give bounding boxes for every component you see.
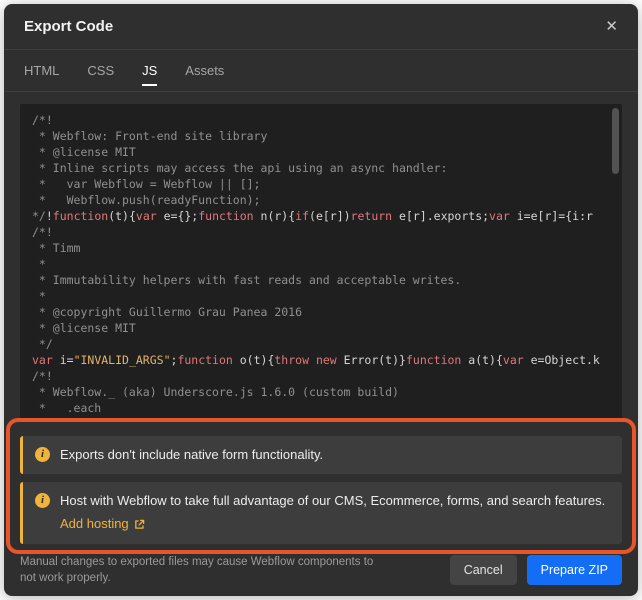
- notice-list: i Exports don't include native form funct…: [20, 436, 622, 544]
- notice-1: i Exports don't include native form funct…: [20, 436, 622, 475]
- code-line: */!function(t){var e={};function n(r){if…: [32, 209, 593, 223]
- scrollbar-thumb[interactable]: [612, 108, 619, 174]
- code-editor[interactable]: /*! * Webflow: Front-end site library * …: [20, 104, 622, 422]
- tab-bar: HTML CSS JS Assets: [4, 50, 638, 92]
- code-line: *: [32, 257, 46, 271]
- close-icon[interactable]: ✕: [605, 19, 618, 34]
- code-line: * var Webflow = Webflow || [];: [32, 177, 261, 191]
- info-icon: i: [35, 493, 50, 509]
- notice-text: Host with Webflow to take full advantage…: [60, 493, 606, 509]
- footer-warning: Manual changes to exported files may cau…: [20, 555, 374, 584]
- code-line: * .each: [32, 401, 102, 415]
- code-line: * Inline scripts may access the api usin…: [32, 161, 448, 175]
- export-code-modal: Export Code ✕ HTML CSS JS Assets /*! * Webf…: [4, 4, 638, 596]
- tab-html[interactable]: HTML: [24, 50, 59, 91]
- modal-footer: Manual changes to exported files may cau…: [4, 544, 638, 596]
- code-scrollbar[interactable]: [611, 106, 620, 420]
- modal-title: Export Code: [24, 18, 114, 35]
- tab-assets[interactable]: Assets: [185, 50, 224, 91]
- code-line: * Timm: [32, 241, 81, 255]
- info-icon: i: [35, 447, 50, 462]
- code-line: * Webflow._ (aka) Underscore.js 1.6.0 (c…: [32, 385, 399, 399]
- code-line: * Immutability helpers with fast reads a…: [32, 273, 462, 287]
- cancel-button[interactable]: Cancel: [449, 554, 517, 585]
- notice-text: Exports don't include native form functi…: [60, 447, 324, 462]
- external-link-icon: [134, 519, 145, 530]
- add-hosting-label: Add hosting: [60, 516, 129, 532]
- code-line: /*!: [32, 369, 53, 383]
- code-line: * @license MIT: [32, 145, 136, 159]
- code-line: */: [32, 337, 53, 351]
- code-line: /*!: [32, 225, 53, 239]
- code-line: *: [32, 289, 46, 303]
- code-line: var i="INVALID_ARGS";function o(t){throw…: [32, 353, 600, 367]
- add-hosting-link[interactable]: Add hosting: [60, 515, 605, 533]
- code-line: * Webflow: Front-end site library: [32, 129, 268, 143]
- code-line: * @license MIT: [32, 321, 136, 335]
- code-content: /*! * Webflow: Front-end site library * …: [20, 104, 622, 422]
- code-line: * Webflow.push(readyFunction);: [32, 193, 261, 207]
- tab-css[interactable]: CSS: [87, 50, 114, 91]
- notice-2: i Host with Webflow to take full advantag…: [20, 482, 622, 544]
- prepare-zip-button[interactable]: Prepare ZIP: [526, 554, 622, 585]
- tab-js[interactable]: JS: [142, 50, 158, 91]
- code-line: /*!: [32, 113, 53, 127]
- modal-header: Export Code ✕: [4, 4, 638, 50]
- code-line: * @copyright Guillermo Grau Panea 2016: [32, 305, 303, 319]
